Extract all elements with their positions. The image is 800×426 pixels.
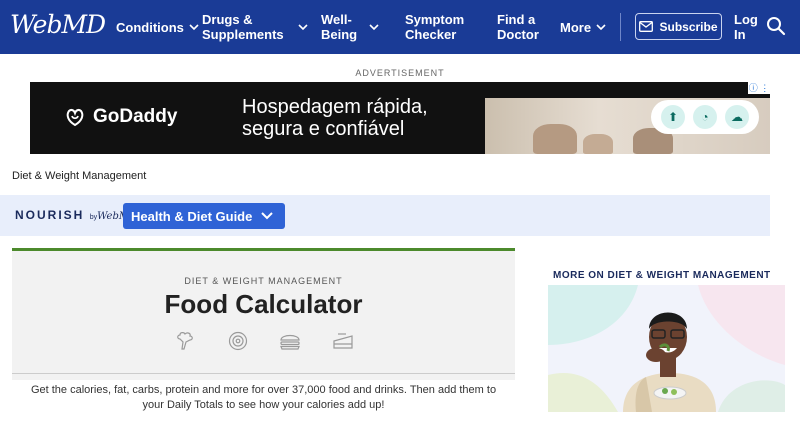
- burger-icon: [280, 334, 301, 350]
- top-navigation-bar: WebMD Conditions Drugs & Supplements Wel…: [0, 0, 800, 54]
- nourish-logo-word: NOURISH: [15, 208, 85, 222]
- nav-drugs-supplements-label: Drugs & Supplements: [202, 12, 284, 42]
- login-link[interactable]: Log In: [734, 12, 762, 42]
- nav-divider: [620, 13, 621, 41]
- advertisement-label: ADVERTISEMENT: [355, 68, 445, 78]
- chevron-down-icon: [369, 22, 379, 32]
- vase-shape: [583, 134, 613, 154]
- nav-more-label: More: [560, 19, 592, 35]
- upload-icon: ⬆: [661, 105, 685, 129]
- vase-shape: [533, 124, 577, 154]
- search-icon[interactable]: [766, 16, 786, 36]
- food-calculator-card: DIET & WEIGHT MANAGEMENT Food Calculator…: [12, 248, 515, 426]
- cloud-icon: ☁: [725, 105, 749, 129]
- gauge-icon: ◔: [693, 105, 717, 129]
- page-title: Food Calculator: [164, 289, 363, 319]
- godaddy-ad-banner[interactable]: GoDaddy Hospedagem rápida, segura e conf…: [30, 82, 770, 154]
- nav-symptom-checker-label: Symptom Checker: [405, 12, 465, 42]
- nourish-logo-by: by: [89, 214, 98, 221]
- ad-headline-line-1: Hospedagem rápida,: [242, 96, 428, 118]
- chevron-down-icon: [189, 22, 199, 32]
- ad-headline: Hospedagem rápida, segura e confiável: [242, 96, 428, 140]
- nourish-bar: NOURISH byWebMD Health & Diet Guide: [0, 195, 770, 236]
- chevron-down-icon: [261, 211, 273, 221]
- breadcrumb[interactable]: Diet & Weight Management: [12, 170, 146, 182]
- godaddy-icon: [66, 108, 84, 127]
- nav-find-a-doctor[interactable]: Find a Doctor: [497, 0, 539, 54]
- ad-choices-icon[interactable]: ⓘ ⋮: [748, 82, 770, 94]
- nav-conditions[interactable]: Conditions: [116, 0, 199, 54]
- subscribe-button[interactable]: Subscribe: [635, 13, 722, 40]
- nav-find-a-doctor-label: Find a Doctor: [497, 12, 539, 42]
- card-eyebrow: DIET & WEIGHT MANAGEMENT: [184, 276, 343, 286]
- nav-symptom-checker[interactable]: Symptom Checker: [405, 0, 465, 54]
- guide-button-label: Health & Diet Guide: [131, 208, 253, 224]
- nav-well-being[interactable]: Well-Being: [321, 0, 381, 54]
- broccoli-icon: [177, 332, 193, 350]
- godaddy-logo: GoDaddy: [64, 106, 177, 128]
- nav-drugs-supplements[interactable]: Drugs & Supplements: [202, 0, 310, 54]
- sidebar-heading: MORE ON DIET & WEIGHT MANAGEMENT: [553, 270, 771, 281]
- ad-headline-line-2: segura e confiável: [242, 118, 405, 140]
- food-icons-row: [174, 331, 354, 351]
- nourish-logo[interactable]: NOURISH byWebMD: [15, 208, 137, 222]
- cake-icon: [333, 333, 353, 349]
- nav-conditions-label: Conditions: [116, 19, 184, 35]
- mail-icon: [639, 21, 654, 32]
- nav-well-being-label: Well-Being: [321, 12, 358, 42]
- chevron-down-icon: [596, 22, 606, 32]
- sidebar-article-image[interactable]: [548, 285, 785, 412]
- plate-icon: [228, 331, 247, 351]
- card-description: Get the calories, fat, carbs, protein an…: [12, 380, 515, 426]
- ad-feature-icons: ⬆ ◔ ☁: [651, 100, 759, 134]
- subscribe-label: Subscribe: [659, 19, 718, 34]
- card-divider: [12, 373, 515, 374]
- godaddy-brand-text: GoDaddy: [93, 106, 178, 127]
- nav-more[interactable]: More: [560, 0, 606, 54]
- chevron-down-icon: [298, 22, 308, 32]
- person-eating-illustration: [548, 285, 785, 412]
- webmd-logo[interactable]: WebMD: [10, 10, 106, 39]
- health-diet-guide-dropdown[interactable]: Health & Diet Guide: [123, 203, 285, 229]
